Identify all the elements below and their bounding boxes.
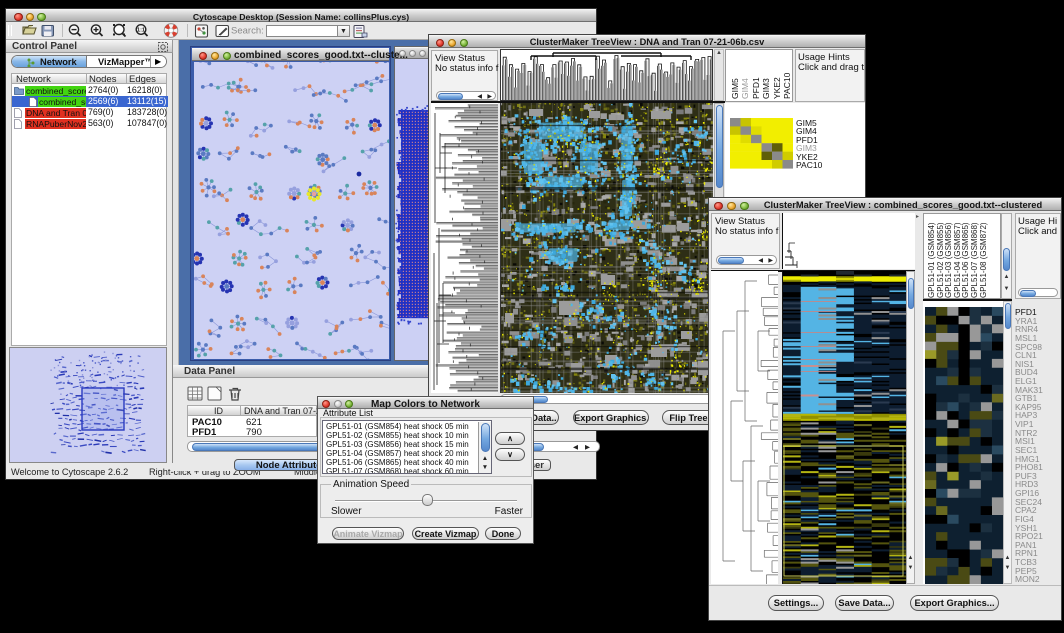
svg-text:Search:: Search:: [231, 26, 264, 37]
svg-text:1:1: 1:1: [137, 28, 145, 34]
